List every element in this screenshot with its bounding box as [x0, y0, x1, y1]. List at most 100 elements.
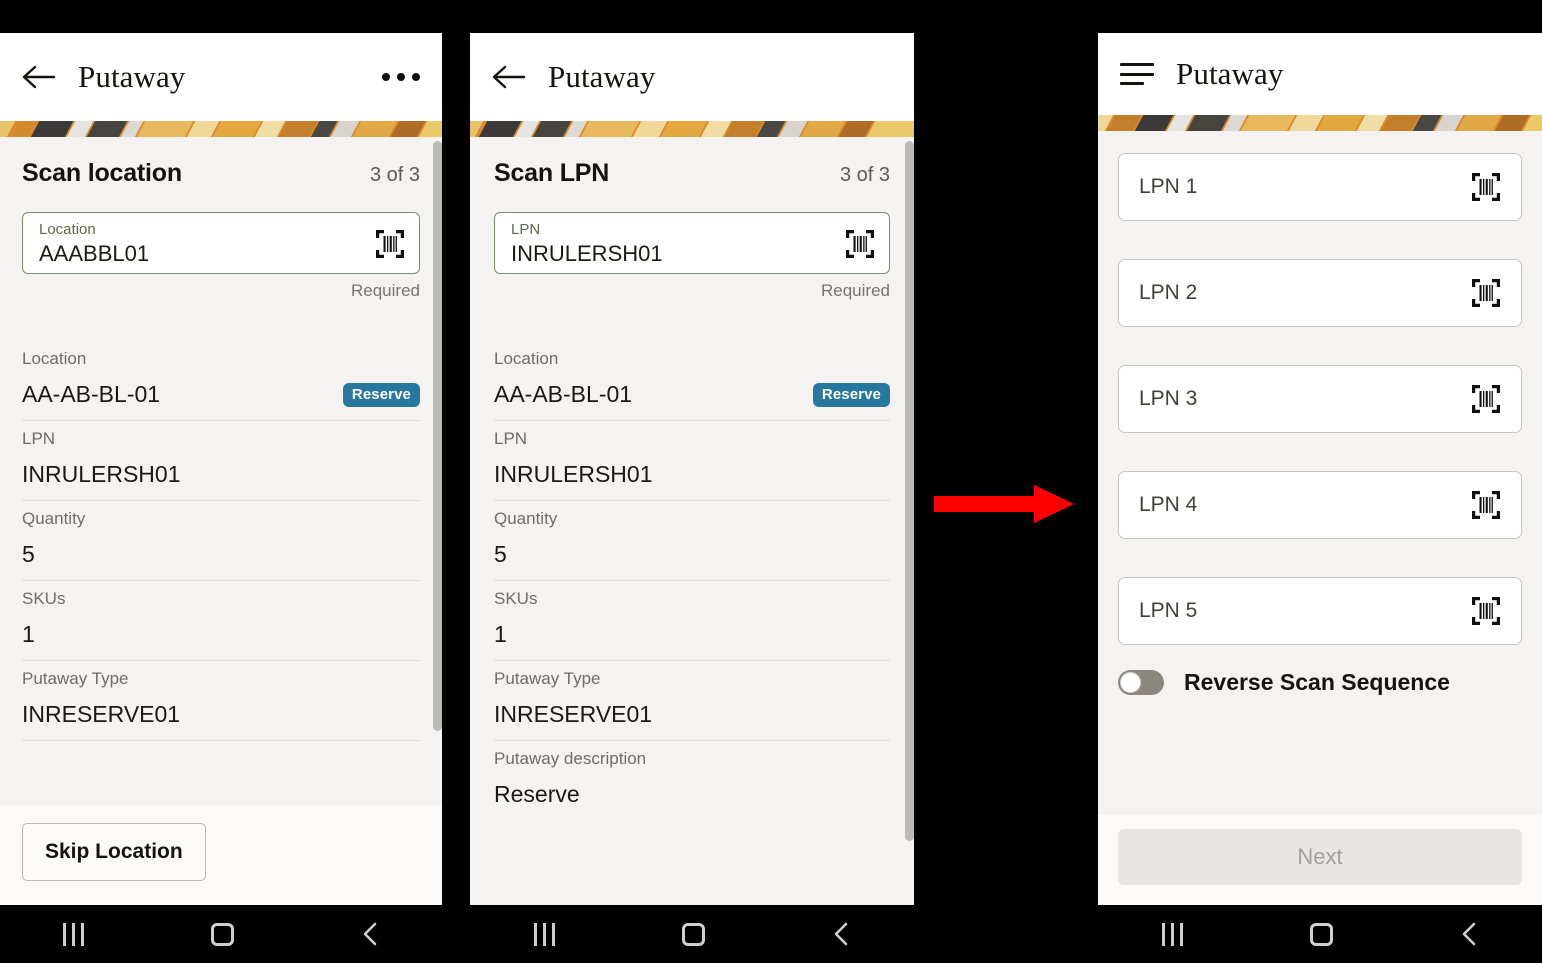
lpn-scan-card[interactable]: LPN 3 — [1118, 365, 1522, 433]
recent-apps-icon[interactable] — [533, 922, 555, 946]
next-button[interactable]: Next — [1118, 829, 1522, 885]
vertical-scrollbar[interactable] — [905, 141, 914, 841]
scroll-content: Scan LPN 3 of 3 LPN INRULERSH01 Required… — [470, 137, 914, 905]
section-header: Scan location 3 of 3 — [22, 137, 420, 188]
back-arrow-icon[interactable] — [492, 64, 526, 90]
detail-label: Location — [22, 349, 87, 368]
detail-value: AA-AB-BL-01 — [22, 381, 161, 407]
barcode-scan-icon[interactable] — [1471, 172, 1501, 202]
barcode-scan-icon[interactable] — [375, 229, 405, 259]
scroll-content: Scan location 3 of 3 Location AAABBL01 R… — [0, 137, 442, 805]
skip-location-button[interactable]: Skip Location — [22, 823, 206, 881]
lpn-card-label: LPN 4 — [1139, 493, 1198, 516]
detail-label: Putaway Type — [494, 669, 601, 688]
detail-value: 1 — [494, 621, 507, 647]
detail-label: Quantity — [494, 509, 558, 528]
barcode-scan-icon[interactable] — [1471, 596, 1501, 626]
scroll-body: Scan LPN 3 of 3 LPN INRULERSH01 Required… — [470, 137, 914, 905]
detail-row: Quantity 5 — [22, 501, 420, 581]
detail-value: INRESERVE01 — [494, 701, 653, 727]
detail-label: Location — [494, 349, 559, 368]
android-nav-bar — [470, 905, 914, 963]
reverse-scan-sequence-row[interactable]: Reverse Scan Sequence — [1118, 665, 1522, 696]
detail-label: SKUs — [22, 589, 66, 608]
scan-input-text: Location AAABBL01 — [39, 222, 149, 266]
status-badge: Reserve — [342, 382, 420, 407]
lpn-card-label: LPN 2 — [1139, 281, 1198, 304]
page-title: Putaway — [78, 59, 186, 94]
lpn-card-label: LPN 3 — [1139, 387, 1198, 410]
section-step-count: 3 of 3 — [369, 164, 420, 186]
detail-row: Location AA-AB-BL-01 Reserve — [22, 341, 420, 421]
toggle-knob — [1120, 672, 1141, 693]
back-icon[interactable] — [1460, 921, 1478, 947]
footer-actions: Skip Location — [0, 805, 442, 905]
detail-value: INRULERSH01 — [494, 461, 653, 487]
page-title: Putaway — [548, 59, 656, 94]
detail-label: LPN — [494, 429, 528, 448]
detail-row: SKUs 1 — [22, 581, 420, 661]
detail-value: INRESERVE01 — [22, 701, 181, 727]
hamburger-menu-icon[interactable] — [1120, 63, 1154, 85]
page-title: Putaway — [1176, 56, 1284, 91]
overflow-menu-icon[interactable] — [382, 73, 420, 81]
detail-label: Quantity — [22, 509, 86, 528]
scan-input-label: Location — [39, 221, 96, 239]
home-icon[interactable] — [210, 922, 234, 946]
detail-row: Quantity 5 — [494, 501, 890, 581]
recent-apps-icon[interactable] — [63, 922, 85, 946]
detail-value: Reserve — [494, 781, 580, 807]
home-icon[interactable] — [1309, 922, 1333, 946]
section-title: Scan location — [22, 159, 182, 187]
app-bar: Putaway — [470, 33, 914, 121]
barcode-scan-icon[interactable] — [845, 229, 875, 259]
detail-value: 1 — [22, 621, 35, 647]
footer-actions: Next — [1098, 815, 1542, 905]
detail-list: Location AA-AB-BL-01 Reserve LPN INRULER… — [494, 341, 890, 820]
detail-label: Putaway Type — [22, 669, 129, 688]
phone-panel-scan-lpn: Putaway Scan LPN 3 of 3 LPN INRULERSH01 … — [470, 33, 914, 905]
lpn-scan-card[interactable]: LPN 5 — [1118, 577, 1522, 645]
reverse-scan-sequence-toggle[interactable] — [1118, 670, 1164, 695]
lpn-card-list: LPN 1 LPN 2 LPN 3 LPN 4 LPN 5 Reverse Sc… — [1098, 131, 1542, 696]
back-icon[interactable] — [361, 921, 379, 947]
detail-row: Putaway description Reserve — [494, 741, 890, 820]
detail-value: INRULERSH01 — [22, 461, 181, 487]
barcode-scan-icon[interactable] — [1471, 278, 1501, 308]
scan-input-value: AAABBL01 — [39, 240, 150, 266]
home-icon[interactable] — [681, 922, 705, 946]
recent-apps-icon[interactable] — [1161, 922, 1183, 946]
lpn-scan-card[interactable]: LPN 4 — [1118, 471, 1522, 539]
android-nav-bar — [1098, 905, 1542, 963]
toggle-label: Reverse Scan Sequence — [1184, 669, 1450, 695]
app-bar: Putaway — [1098, 33, 1542, 115]
vertical-scrollbar[interactable] — [433, 141, 442, 731]
scan-input-helper: Required — [821, 281, 890, 300]
phone-panel-scan-location: Putaway Scan location 3 of 3 Location AA… — [0, 33, 442, 905]
barcode-scan-icon[interactable] — [1471, 384, 1501, 414]
location-scan-input[interactable]: Location AAABBL01 — [22, 212, 420, 274]
scan-input-value: INRULERSH01 — [511, 240, 663, 266]
barcode-scan-icon[interactable] — [1471, 490, 1501, 520]
detail-row: Putaway Type INRESERVE01 — [22, 661, 420, 741]
detail-value: AA-AB-BL-01 — [494, 381, 633, 407]
scan-input-text: LPN INRULERSH01 — [511, 222, 663, 266]
lpn-scan-input[interactable]: LPN INRULERSH01 — [494, 212, 890, 274]
detail-row: SKUs 1 — [494, 581, 890, 661]
scan-input-label: LPN — [511, 221, 541, 239]
section-header: Scan LPN 3 of 3 — [494, 137, 890, 188]
scan-input-helper: Required — [351, 281, 420, 300]
app-bar: Putaway — [0, 33, 442, 121]
lpn-scan-card[interactable]: LPN 1 — [1118, 153, 1522, 221]
lpn-scan-card[interactable]: LPN 2 — [1118, 259, 1522, 327]
caution-stripe-decoration — [470, 121, 914, 137]
status-badge: Reserve — [812, 382, 890, 407]
lpn-card-label: LPN 5 — [1139, 599, 1198, 622]
back-icon[interactable] — [832, 921, 850, 947]
detail-label: LPN — [22, 429, 56, 448]
back-arrow-icon[interactable] — [22, 64, 56, 90]
detail-row: Putaway Type INRESERVE01 — [494, 661, 890, 741]
caution-stripe-decoration — [1098, 115, 1542, 131]
detail-label: SKUs — [494, 589, 538, 608]
detail-value: 5 — [22, 541, 35, 567]
